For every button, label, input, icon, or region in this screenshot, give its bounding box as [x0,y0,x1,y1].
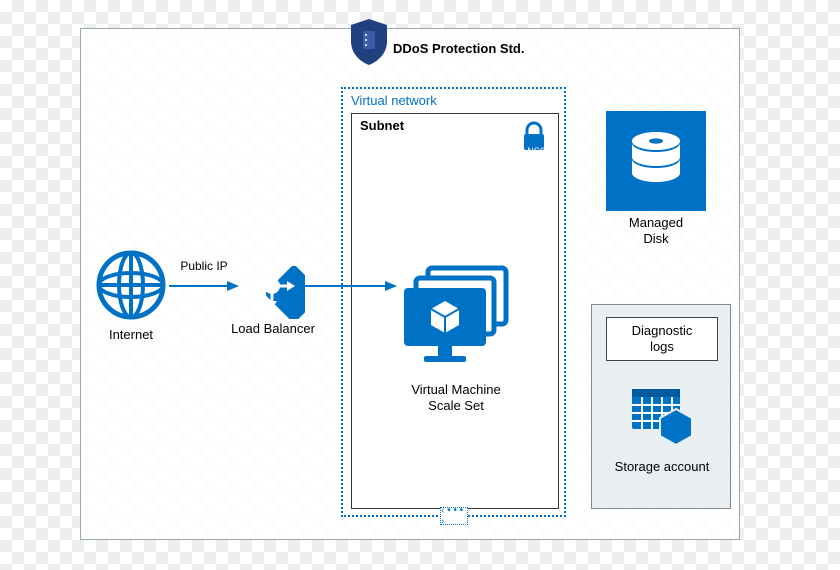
load-balancer-icon [239,253,305,319]
managed-disk-label: Managed Disk [606,215,706,246]
diagram-canvas: DDoS Protection Std. Virtual network Sub… [80,28,740,540]
move-handle[interactable]: ‹ • • • › [440,507,468,525]
ddos-label: DDoS Protection Std. [393,41,553,56]
arrow-lb-to-vmss [305,279,397,293]
shield-icon [347,17,391,67]
vmss-label: Virtual Machine Scale Set [352,382,560,413]
vmss-label-line1: Virtual Machine [411,382,500,397]
internet-label: Internet [93,327,169,342]
vmss-icon [398,264,518,374]
storage-account-label: Storage account [592,459,732,474]
diagnostic-logs-label: Diagnosticlogs [606,317,718,361]
virtual-network-box: Virtual network Subnet NSG [341,87,566,517]
public-ip-label: Public IP [173,259,235,273]
globe-icon [93,247,169,323]
virtual-network-label: Virtual network [351,93,437,108]
disk-icon [627,129,685,193]
managed-disk-tile [606,111,706,211]
storage-icon [630,383,696,449]
subnet-box: Subnet NSG [351,113,559,509]
nsg-label: NSG [527,146,547,156]
managed-disk-label-line2: Disk [643,231,668,246]
arrow-internet-to-lb [169,279,239,293]
diagnostics-box: Diagnosticlogs Storage account [591,304,731,509]
diag-logs-line1: Diagnostic [632,323,693,338]
vmss-label-line2: Scale Set [428,398,484,413]
load-balancer-label: Load Balancer [223,321,323,336]
subnet-label: Subnet [360,118,404,133]
diag-logs-line2: logs [650,339,674,354]
managed-disk-label-line1: Managed [629,215,683,230]
